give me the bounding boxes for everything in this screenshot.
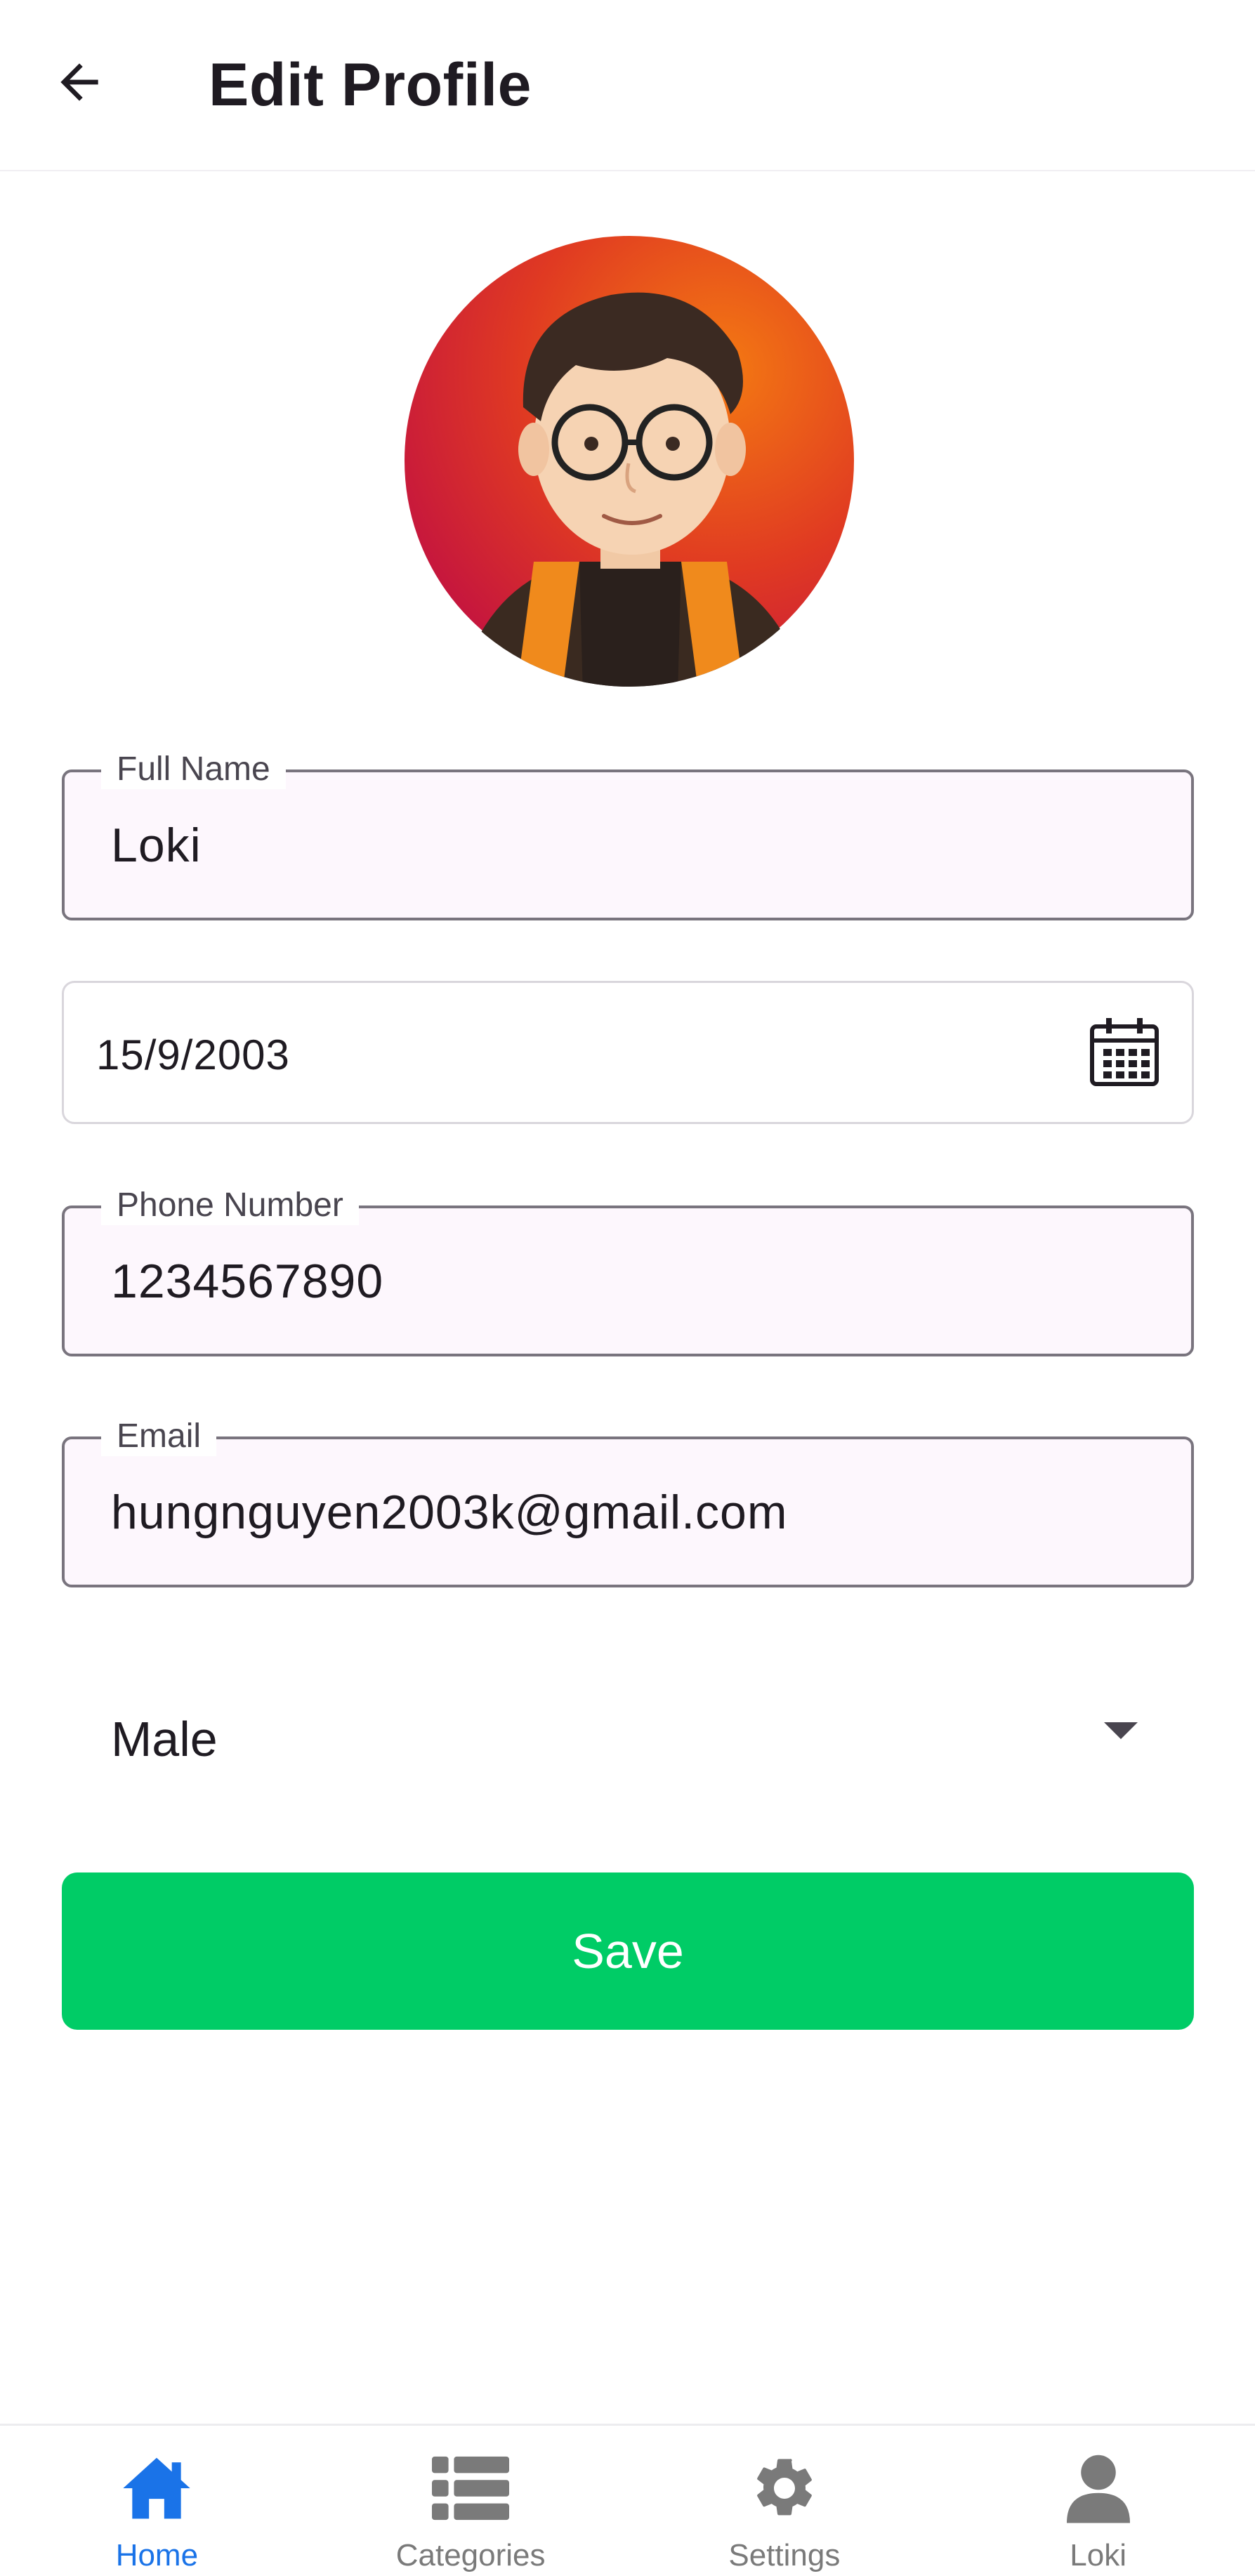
gear-icon xyxy=(746,2450,823,2527)
calendar-button[interactable] xyxy=(1085,1012,1164,1091)
nav-item-categories[interactable]: Categories xyxy=(314,2426,628,2576)
app-bar: Edit Profile xyxy=(0,0,1255,171)
nav-label-home: Home xyxy=(115,2538,199,2572)
full-name-input[interactable] xyxy=(111,772,1150,918)
dropdown-arrow-icon xyxy=(1104,1722,1138,1739)
avatar[interactable] xyxy=(400,232,858,689)
gender-value: Male xyxy=(111,1712,218,1766)
phone-input[interactable] xyxy=(111,1208,1150,1354)
avatar-illustration xyxy=(402,233,857,688)
page-title: Edit Profile xyxy=(209,51,532,119)
bottom-navigation: Home Categories Settings Loki xyxy=(0,2424,1255,2576)
nav-item-settings[interactable]: Settings xyxy=(628,2426,942,2576)
gender-dropdown[interactable]: Male xyxy=(62,1689,1194,1780)
nav-label-profile: Loki xyxy=(1070,2538,1126,2572)
list-icon xyxy=(432,2450,510,2527)
birth-date-value: 15/9/2003 xyxy=(96,1031,290,1078)
email-field[interactable]: Email xyxy=(62,1417,1194,1587)
user-icon xyxy=(1060,2450,1137,2527)
back-button[interactable] xyxy=(41,44,118,121)
arrow-left-icon xyxy=(60,63,98,101)
phone-field[interactable]: Phone Number xyxy=(62,1186,1194,1356)
save-button[interactable]: Save xyxy=(62,1872,1194,2030)
full-name-field[interactable]: Full Name xyxy=(62,750,1194,920)
nav-item-profile[interactable]: Loki xyxy=(941,2426,1255,2576)
nav-label-categories: Categories xyxy=(395,2538,546,2572)
calendar-icon xyxy=(1090,1018,1159,1086)
birth-date-field[interactable]: 15/9/2003 xyxy=(62,981,1194,1124)
nav-label-settings: Settings xyxy=(728,2538,841,2572)
nav-item-home[interactable]: Home xyxy=(0,2426,314,2576)
home-icon xyxy=(118,2450,195,2527)
email-input[interactable] xyxy=(111,1439,1150,1585)
